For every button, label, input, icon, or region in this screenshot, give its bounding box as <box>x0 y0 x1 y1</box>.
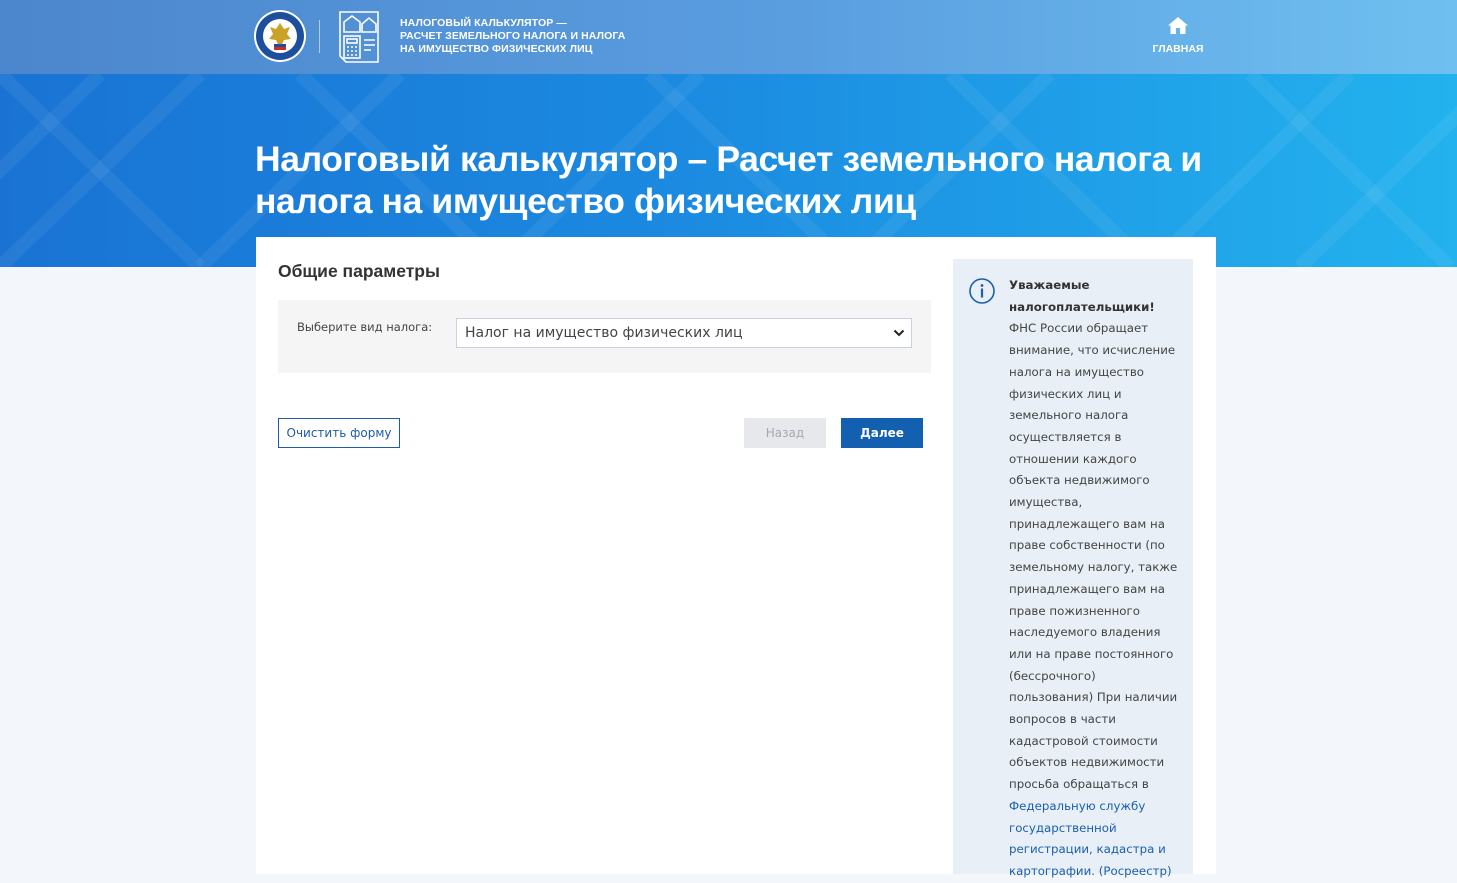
params-box: Выберите вид налога: Налог на имущество … <box>278 300 931 373</box>
home-icon <box>1168 17 1188 34</box>
page-title-line: налога на имущество физических лиц <box>255 181 916 221</box>
chevron-down-icon <box>893 329 905 337</box>
info-text: Уважаемые налогоплательщики! ФНС России … <box>1009 275 1183 883</box>
app-title-line: НА ИМУЩЕСТВО ФИЗИЧЕСКИХ ЛИЦ <box>400 43 593 55</box>
logo-divider <box>319 20 320 53</box>
nav-home-label: ГЛАВНАЯ <box>1152 43 1204 55</box>
fns-emblem-icon[interactable] <box>253 9 307 63</box>
clear-form-button[interactable]: Очистить форму <box>278 418 400 448</box>
info-heading: Уважаемые налогоплательщики! <box>1009 278 1155 314</box>
calculator-icon <box>339 11 379 63</box>
app-title-line: РАСЧЕТ ЗЕМЕЛЬНОГО НАЛОГА И НАЛОГА <box>400 30 626 42</box>
tax-type-value: Налог на имущество физических лиц <box>465 325 743 341</box>
tax-type-label: Выберите вид налога: <box>297 320 433 334</box>
info-panel: Уважаемые налогоплательщики! ФНС России … <box>953 259 1193 878</box>
rosreestr-link[interactable]: Федеральную службу государственной регис… <box>1009 799 1172 878</box>
tax-type-select[interactable]: Налог на имущество физических лиц <box>456 318 912 348</box>
app-title: НАЛОГОВЫЙ КАЛЬКУЛЯТОР — РАСЧЕТ ЗЕМЕЛЬНОГ… <box>400 17 625 56</box>
nav-home-link[interactable]: ГЛАВНАЯ <box>1150 17 1206 56</box>
top-header: НАЛОГОВЫЙ КАЛЬКУЛЯТОР — РАСЧЕТ ЗЕМЕЛЬНОГ… <box>0 0 1457 74</box>
info-body: ФНС России обращает внимание, что исчисл… <box>1009 321 1178 792</box>
app-title-line: НАЛОГОВЫЙ КАЛЬКУЛЯТОР — <box>400 17 567 29</box>
next-button[interactable]: Далее <box>841 418 923 448</box>
page-title-line: Налоговый калькулятор – Расчет земельног… <box>255 139 1202 179</box>
calculator-card: Общие параметры Выберите вид налога: Нал… <box>256 237 1216 878</box>
section-title: Общие параметры <box>278 261 440 281</box>
page-title: Налоговый калькулятор – Расчет земельног… <box>255 138 1215 222</box>
info-icon <box>969 278 995 304</box>
back-button[interactable]: Назад <box>744 418 826 448</box>
